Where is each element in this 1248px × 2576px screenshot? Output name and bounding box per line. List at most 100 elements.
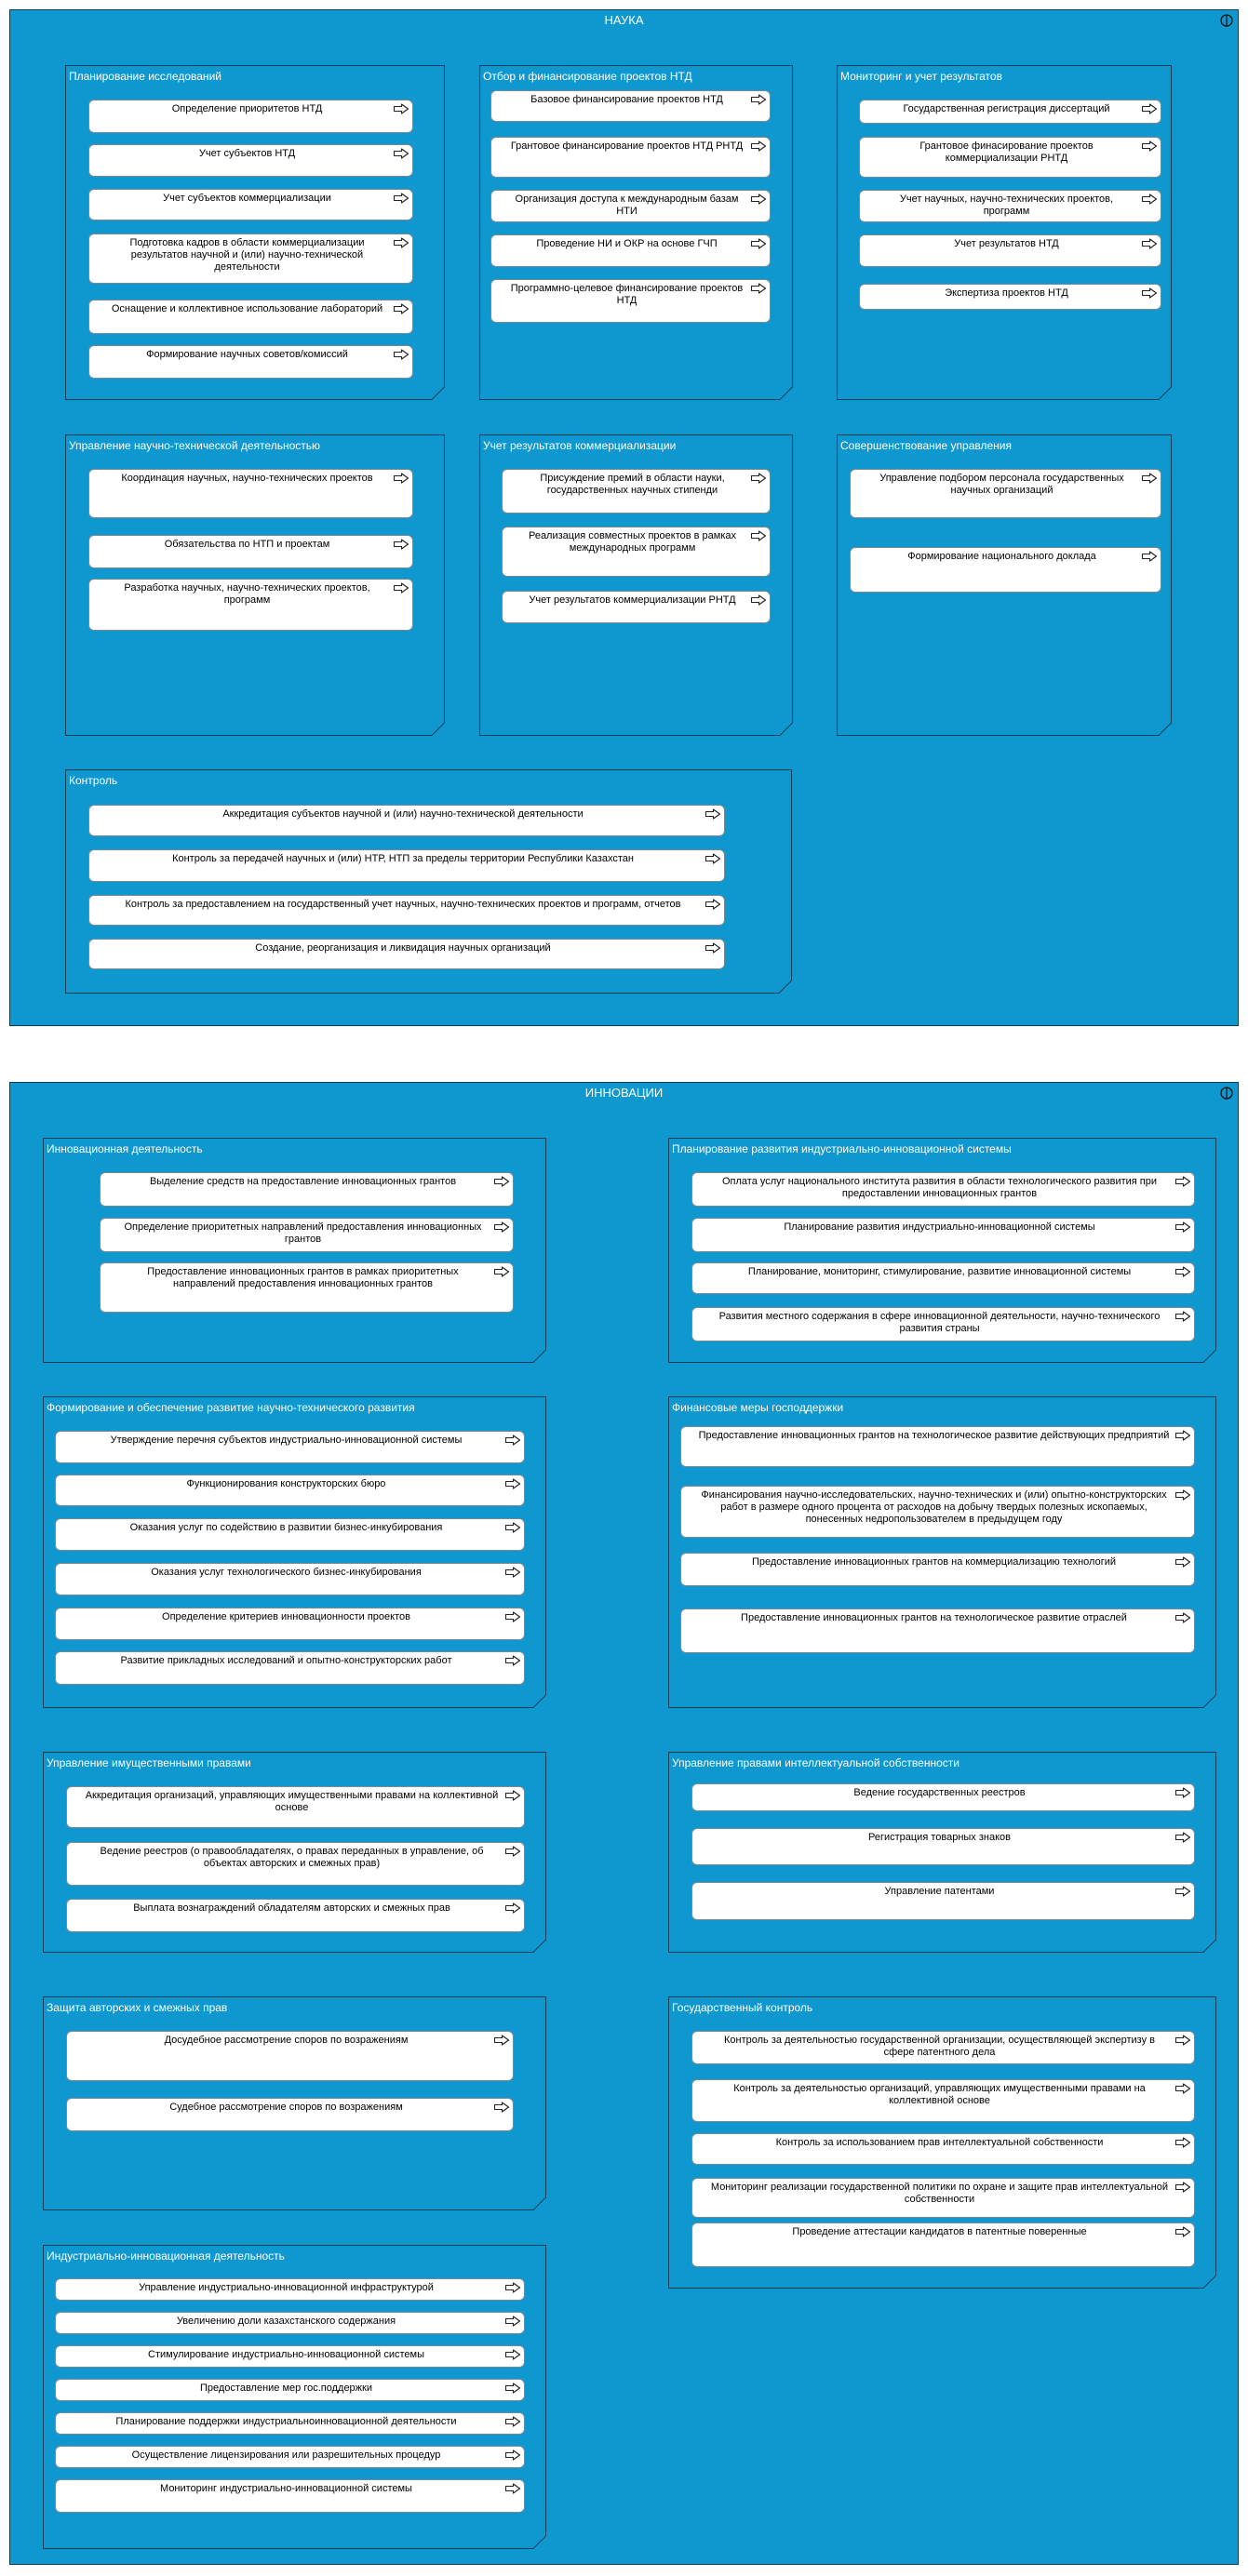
process-item[interactable]: Предоставление инновационных грантов на … bbox=[680, 1426, 1195, 1467]
process-item[interactable]: Регистрация товарных знаков bbox=[691, 1828, 1195, 1865]
process-item[interactable]: Планирование поддержки индустриальноинно… bbox=[55, 2412, 525, 2435]
process-item[interactable]: Учет субъектов НТД bbox=[88, 144, 413, 177]
process-item[interactable]: Оказания услуг по содействию в развитии … bbox=[55, 1518, 525, 1551]
process-item[interactable]: Обязательства по НТП и проектам bbox=[88, 535, 413, 568]
arrow-right-icon bbox=[1174, 1266, 1191, 1277]
process-item[interactable]: Учет научных, научно-технических проекто… bbox=[859, 190, 1161, 222]
process-item[interactable]: Управление индустриально-инновационной и… bbox=[55, 2278, 525, 2301]
process-item[interactable]: Ведение государственных реестров bbox=[691, 1783, 1195, 1811]
process-item[interactable]: Мониторинг реализации государственной по… bbox=[691, 2178, 1195, 2218]
process-item[interactable]: Досудебное рассмотрение споров по возраж… bbox=[66, 2031, 514, 2081]
process-item[interactable]: Стимулирование индустриально-инновационн… bbox=[55, 2345, 525, 2368]
arrow-right-icon bbox=[1174, 2182, 1191, 2193]
process-item-label: Контроль за предоставлением на государст… bbox=[125, 899, 681, 910]
process-item[interactable]: Мониторинг индустриально-инновационной с… bbox=[55, 2479, 525, 2513]
arrow-right-icon bbox=[393, 582, 409, 594]
group-title: Инновационная деятельность bbox=[47, 1142, 203, 1155]
process-item[interactable]: Реализация совместных проектов в рамках … bbox=[502, 527, 771, 577]
process-item[interactable]: Контроль за передачей научных и (или) НТ… bbox=[88, 849, 725, 882]
process-item[interactable]: Координация научных, научно-технических … bbox=[88, 469, 413, 518]
process-item[interactable]: Аккредитация субъектов научной и (или) н… bbox=[88, 805, 725, 836]
process-item[interactable]: Развития местного содержания в сфере инн… bbox=[691, 1307, 1195, 1341]
process-item[interactable]: Программно-целевое финансирование проект… bbox=[490, 279, 771, 323]
process-item[interactable]: Осуществление лицензирования или разреши… bbox=[55, 2446, 525, 2468]
process-item[interactable]: Предоставление инновационных грантов на … bbox=[680, 1608, 1195, 1653]
process-item[interactable]: Базовое финансирование проектов НТД bbox=[490, 90, 771, 122]
process-item[interactable]: Предоставление инновационных грантов в р… bbox=[100, 1262, 514, 1313]
process-item-label: Контроль за передачей научных и (или) НТ… bbox=[172, 853, 634, 864]
process-item[interactable]: Планирование развития индустриально-инно… bbox=[691, 1218, 1195, 1252]
process-item[interactable]: Судебное рассмотрение споров по возражен… bbox=[66, 2098, 514, 2131]
process-item-label: Реализация совместных проектов в рамках … bbox=[528, 530, 737, 554]
process-item[interactable]: Разработка научных, научно-технических п… bbox=[88, 579, 413, 631]
process-item[interactable]: Выделение средств на предоставление инно… bbox=[100, 1172, 514, 1207]
process-item[interactable]: Выплата вознаграждений обладателям автор… bbox=[66, 1899, 525, 1932]
process-item[interactable]: Государственная регистрация диссертаций bbox=[859, 100, 1161, 124]
process-item[interactable]: Грантовое финасирование проектов коммерц… bbox=[859, 137, 1161, 178]
process-item[interactable]: Оснащение и коллективное использование л… bbox=[88, 300, 413, 334]
process-item[interactable]: Присуждение премий в области науки, госу… bbox=[502, 469, 771, 514]
process-item[interactable]: Финансирования научно-исследовательских,… bbox=[680, 1486, 1195, 1538]
process-item[interactable]: Контроль за использованием прав интеллек… bbox=[691, 2133, 1195, 2165]
process-item-label: Подготовка кадров в области коммерциализ… bbox=[129, 237, 365, 273]
arrow-right-icon bbox=[1141, 140, 1158, 152]
process-item[interactable]: Оказания услуг технологического бизнес-и… bbox=[55, 1563, 525, 1595]
process-item[interactable]: Учет результатов НТД bbox=[859, 234, 1161, 267]
group-title: Отбор и финансирование проектов НТД bbox=[483, 70, 692, 83]
process-item[interactable]: Грантовое финансирование проектов НТД РН… bbox=[490, 137, 771, 178]
process-item[interactable]: Создание, реорганизация и ликвидация нау… bbox=[88, 939, 725, 969]
process-item-label: Обязательства по НТП и проектам bbox=[164, 539, 330, 550]
process-item[interactable]: Предоставление мер гос.поддержки bbox=[55, 2379, 525, 2401]
process-item-label: Развития местного содержания в сфере инн… bbox=[718, 1311, 1161, 1334]
capability-group: Учет результатов коммерциализации Присужд… bbox=[479, 434, 794, 737]
process-item[interactable]: Организация доступа к международным база… bbox=[490, 190, 771, 222]
process-item[interactable]: Управление патентами bbox=[691, 1882, 1195, 1920]
arrow-right-icon bbox=[1141, 238, 1158, 249]
process-item[interactable]: Проведение НИ и ОКР на основе ГЧП bbox=[490, 234, 771, 267]
process-item-label: Экспертиза проектов НТД bbox=[945, 287, 1068, 299]
process-item[interactable]: Определение приоритетных направлений пре… bbox=[100, 1218, 514, 1252]
process-item[interactable]: Контроль за деятельностью организаций, у… bbox=[691, 2079, 1195, 2122]
arrow-right-icon bbox=[504, 2483, 521, 2494]
process-item-label: Досудебное рассмотрение споров по возраж… bbox=[164, 2035, 409, 2046]
process-item[interactable]: Аккредитация организаций, управляющих им… bbox=[66, 1786, 525, 1828]
process-item[interactable]: Оплата услуг национального института раз… bbox=[691, 1172, 1195, 1207]
process-item[interactable]: Формирование национального доклада bbox=[850, 547, 1161, 593]
arrow-right-icon bbox=[393, 303, 409, 314]
process-item-label: Проведение НИ и ОКР на основе ГЧП bbox=[536, 238, 718, 249]
process-item-label: Оплата услуг национального института раз… bbox=[721, 1176, 1158, 1199]
arrow-right-icon bbox=[504, 1655, 521, 1666]
process-item[interactable]: Подготовка кадров в области коммерциализ… bbox=[88, 234, 413, 284]
capability-group: Формирование и обеспечение развитие науч… bbox=[43, 1396, 547, 1709]
process-item[interactable]: Ведение реестров (о правообладателях, о … bbox=[66, 1842, 525, 1886]
arrow-right-icon bbox=[504, 1790, 521, 1801]
process-item[interactable]: Контроль за деятельностью государственно… bbox=[691, 2031, 1195, 2064]
process-item[interactable]: Функционирования конструкторских бюро bbox=[55, 1475, 525, 1506]
process-item[interactable]: Учет субъектов коммерциализации bbox=[88, 189, 413, 220]
process-item-label: Координация научных, научно-технических … bbox=[121, 473, 373, 484]
arrow-right-icon bbox=[393, 349, 409, 360]
process-item[interactable]: Экспертиза проектов НТД bbox=[859, 284, 1161, 310]
process-item[interactable]: Учет результатов коммерциализации РНТД bbox=[502, 591, 771, 623]
process-item[interactable]: Утверждение перечня субъектов индустриал… bbox=[55, 1431, 525, 1463]
process-item[interactable]: Формирование научных советов/комиссий bbox=[88, 345, 413, 379]
process-item-label: Ведение государственных реестров bbox=[853, 1787, 1026, 1798]
process-item[interactable]: Управление подбором персонала государств… bbox=[850, 469, 1161, 518]
process-item[interactable]: Определение критериев инновационности пр… bbox=[55, 1608, 525, 1640]
process-item[interactable]: Проведение аттестации кандидатов в патен… bbox=[691, 2222, 1195, 2267]
process-item[interactable]: Развитие прикладных исследований и опытн… bbox=[55, 1651, 525, 1685]
capability-group: Управление правами интеллектуальной собс… bbox=[668, 1752, 1217, 1954]
process-item[interactable]: Увеличению доли казахстанского содержани… bbox=[55, 2312, 525, 2334]
process-item[interactable]: Контроль за предоставлением на государст… bbox=[88, 895, 725, 926]
process-item[interactable]: Предоставление инновационных грантов на … bbox=[680, 1553, 1195, 1586]
process-item[interactable]: Определение приоритетов НТД bbox=[88, 100, 413, 133]
process-item-label: Мониторинг индустриально-инновационной с… bbox=[160, 2483, 412, 2494]
section-innovation: ИННОВАЦИИ Инновационная деятельность Выдел… bbox=[9, 1082, 1239, 2565]
process-item[interactable]: Планирование, мониторинг, стимулирование… bbox=[691, 1262, 1195, 1294]
arrow-right-icon bbox=[504, 2316, 521, 2327]
arrow-right-icon bbox=[393, 237, 409, 248]
arrow-right-icon bbox=[1174, 1489, 1191, 1501]
capability-group: Контроль Аккредитация субъектов научной и… bbox=[65, 769, 793, 994]
capability-group: Управление научно-технической деятельнос… bbox=[65, 434, 446, 737]
arrow-right-icon bbox=[393, 103, 409, 114]
